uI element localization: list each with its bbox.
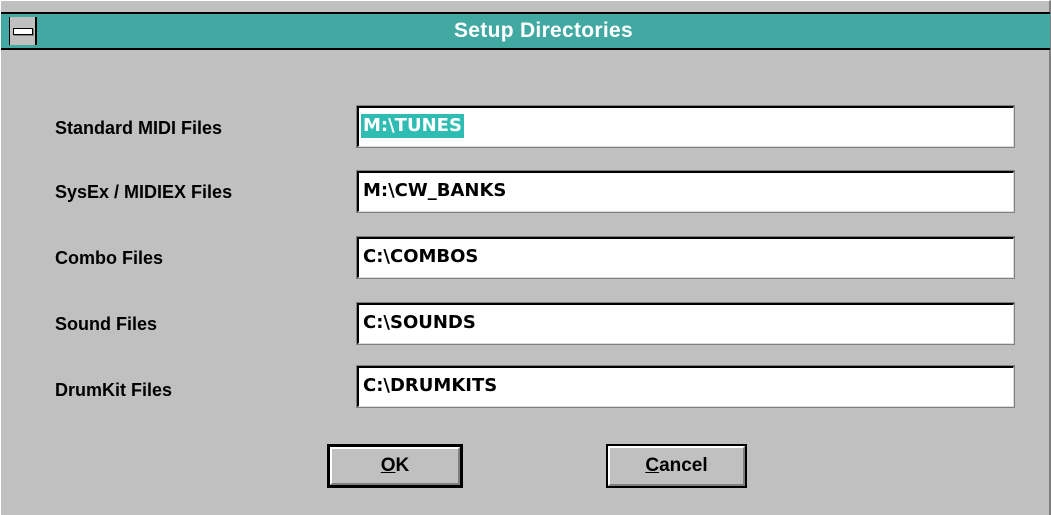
- ok-button-label-rest: K: [395, 455, 410, 476]
- field-sound-files[interactable]: C:\SOUNDS: [356, 302, 1015, 345]
- field-drumkit-files[interactable]: C:\DRUMKITS: [356, 365, 1015, 408]
- window-title: Setup Directories: [454, 19, 633, 42]
- label-standard-midi-files: Standard MIDI Files: [55, 118, 223, 138]
- title-bar[interactable]: Setup Directories: [1, 12, 1050, 50]
- field-value-standard-midi-files: M:\TUNES: [361, 114, 464, 138]
- field-value-sound-files: C:\SOUNDS: [363, 312, 476, 333]
- field-sysex-midiex-files[interactable]: M:\CW_BANKS: [356, 170, 1015, 213]
- label-drumkit-files: DrumKit Files: [55, 380, 173, 400]
- system-menu-bar-glyph: [12, 27, 33, 35]
- ok-button-label: OK: [381, 455, 410, 477]
- ok-button[interactable]: OK: [327, 444, 463, 488]
- cancel-button-mnemonic: C: [645, 455, 660, 476]
- label-sysex-midiex-files: SysEx / MIDIEX Files: [55, 182, 233, 202]
- field-value-combo-files: C:\COMBOS: [363, 246, 479, 267]
- cancel-button-label-rest: ancel: [659, 455, 708, 476]
- field-standard-midi-files[interactable]: M:\TUNES: [356, 105, 1015, 148]
- cancel-button[interactable]: Cancel: [606, 444, 747, 488]
- label-sound-files: Sound Files: [55, 314, 158, 334]
- field-value-sysex-midiex-files: M:\CW_BANKS: [363, 180, 507, 201]
- ok-button-mnemonic: O: [380, 455, 396, 476]
- label-combo-files: Combo Files: [55, 248, 164, 268]
- system-menu-icon[interactable]: [9, 17, 37, 45]
- field-combo-files[interactable]: C:\COMBOS: [356, 236, 1015, 279]
- cancel-button-label: Cancel: [645, 455, 707, 477]
- field-value-drumkit-files: C:\DRUMKITS: [363, 375, 498, 396]
- setup-directories-dialog: Setup Directories Standard MIDI Files M:…: [0, 0, 1051, 515]
